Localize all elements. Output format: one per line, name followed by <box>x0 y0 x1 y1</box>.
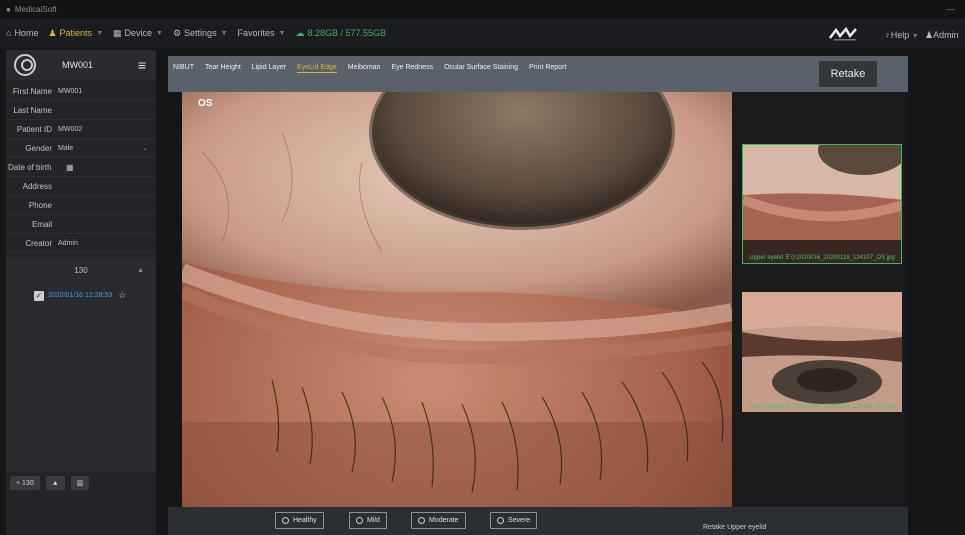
radio-circle-icon <box>497 517 504 524</box>
menu-device[interactable]: ▦ Device ▼ <box>113 28 163 39</box>
lower-eyelid-thumbnail[interactable]: Lower eyelid 王小2020016_20200116_124131_O… <box>742 292 902 412</box>
star-icon[interactable]: ☆ <box>118 290 126 301</box>
home-icon: ⌂ <box>6 28 12 38</box>
chevron-up-icon[interactable]: ▲ <box>137 267 144 274</box>
user-icon: ♟ <box>925 30 934 40</box>
thumbnail-panel: Upper eyelid 王小2020016_20200116_124107_O… <box>732 92 908 507</box>
tab-meiboman[interactable]: Meiboman <box>348 64 381 73</box>
eye-side-label: OS <box>198 98 213 109</box>
thumbnail-caption: Upper eyelid 王小2020016_20200116_124107_O… <box>749 255 895 261</box>
field-creator[interactable]: Creator Admin <box>6 234 156 253</box>
menu-favorites[interactable]: Favorites ▼ <box>238 28 286 38</box>
brand-logo <box>829 26 857 41</box>
tab-nibut[interactable]: NIBUT <box>173 64 194 73</box>
upload-button[interactable]: ▲ <box>45 476 65 490</box>
main-eye-image[interactable]: OS <box>182 92 732 507</box>
grade-healthy-radio[interactable]: Healthy <box>275 512 324 529</box>
field-phone[interactable]: Phone <box>6 196 156 215</box>
tab-lipid-layer[interactable]: Lipid Layer <box>252 64 286 73</box>
radio-circle-icon <box>282 517 289 524</box>
menu-home[interactable]: ⌂ Home <box>6 28 38 38</box>
thumbnail-caption: Lower eyelid 王小2020016_20200116_124131_O… <box>749 404 895 410</box>
help-menu[interactable]: ♀Help ▼ <box>884 30 919 40</box>
patient-profile-header: MW001 ≡ <box>6 50 156 80</box>
grade-severe-radio[interactable]: Severe <box>490 512 538 529</box>
tab-tear-height[interactable]: Tear Height <box>205 64 241 73</box>
help-icon: ♀ <box>884 30 891 40</box>
retake-note: Retake Upper eyelid <box>703 524 767 531</box>
field-last-name[interactable]: Last Name <box>6 101 156 120</box>
field-date-of-birth[interactable]: Date of birth ▦ <box>6 158 156 177</box>
field-address[interactable]: Address <box>6 177 156 196</box>
disk-icon: ☁ <box>295 27 305 38</box>
app-title: MedicalSoft <box>14 4 57 14</box>
patients-icon: ♟ <box>48 27 57 38</box>
grade-moderate-radio[interactable]: Moderate <box>411 512 466 529</box>
retake-button[interactable]: Retake <box>819 61 877 87</box>
chevron-down-icon: ⌄ <box>142 145 148 152</box>
title-bar: ● MedicalSoft — <box>0 0 965 18</box>
radio-circle-icon <box>418 517 425 524</box>
grading-bar: Healthy Mild Moderate Severe Retake Uppe… <box>168 507 908 535</box>
chevron-down-icon: ▼ <box>278 29 286 37</box>
history-header[interactable]: 130 ▲ <box>6 257 156 283</box>
hamburger-menu-icon[interactable]: ≡ <box>138 58 146 72</box>
disk-usage: ☁ 8.28GB / 577.55GB <box>295 27 387 39</box>
gear-icon: ⚙ <box>172 27 182 38</box>
exam-history-panel: 130 ▲ ✓ 2020/01/16 12:28:53 ☆ <box>6 257 156 472</box>
field-first-name[interactable]: First Name MW001 <box>6 82 156 101</box>
calendar-icon[interactable]: ▦ <box>66 163 74 172</box>
field-patient-id[interactable]: Patient ID MW002 <box>6 120 156 139</box>
menu-settings[interactable]: ⚙ Settings ▼ <box>173 28 228 39</box>
minimize-button[interactable]: — <box>946 4 955 14</box>
device-icon: ▦ <box>113 27 122 38</box>
exam-toolbar: NIBUT Tear Height Lipid Layer EyeLid Edg… <box>168 56 908 92</box>
exam-tabs: NIBUT Tear Height Lipid Layer EyeLid Edg… <box>173 64 577 73</box>
avatar-icon <box>14 54 36 76</box>
patient-sidebar: MW001 ≡ First Name MW001 Last Name Patien… <box>6 50 156 535</box>
grade-mild-radio[interactable]: Mild <box>349 512 387 529</box>
field-gender[interactable]: Gender Male ⌄ <box>6 139 156 158</box>
chevron-down-icon: ▼ <box>156 29 163 37</box>
chevron-down-icon: ▼ <box>96 29 103 37</box>
upper-eyelid-thumbnail[interactable]: Upper eyelid 王小2020016_20200116_124107_O… <box>742 144 902 264</box>
chevron-down-icon: ▼ <box>911 33 919 40</box>
upper-eyelid-photo <box>743 145 901 263</box>
gallery-button[interactable]: ▥ <box>70 476 90 490</box>
history-item[interactable]: ✓ 2020/01/16 12:28:53 ☆ <box>34 290 126 301</box>
menu-patients[interactable]: ♟ Patients ▼ <box>48 28 103 39</box>
tab-print-report[interactable]: Print Report <box>529 64 566 73</box>
chevron-down-icon: ▼ <box>220 29 228 37</box>
tab-eye-redness[interactable]: Eye Redness <box>391 64 433 73</box>
checkbox[interactable]: ✓ <box>34 290 44 301</box>
field-email[interactable]: Email <box>6 215 156 234</box>
app-logo-icon: ● <box>6 4 11 14</box>
add-exam-button[interactable]: + 130 <box>10 476 40 490</box>
eyelid-photo <box>182 92 732 507</box>
sidebar-actions: + 130 ▲ ▥ <box>10 476 90 490</box>
lower-eyelid-photo <box>742 292 902 412</box>
menu-bar: ⌂ Home ♟ Patients ▼ ▦ Device ▼ ⚙ Settings ▼ Fav… <box>0 18 965 48</box>
admin-menu[interactable]: ♟Admin <box>925 30 959 41</box>
tab-ocular-surface-staining[interactable]: Ocular Surface Staining <box>444 64 518 73</box>
patient-code: MW001 <box>62 60 94 70</box>
radio-circle-icon <box>356 517 363 524</box>
tab-eyelid-edge[interactable]: EyeLid Edge <box>297 64 337 73</box>
